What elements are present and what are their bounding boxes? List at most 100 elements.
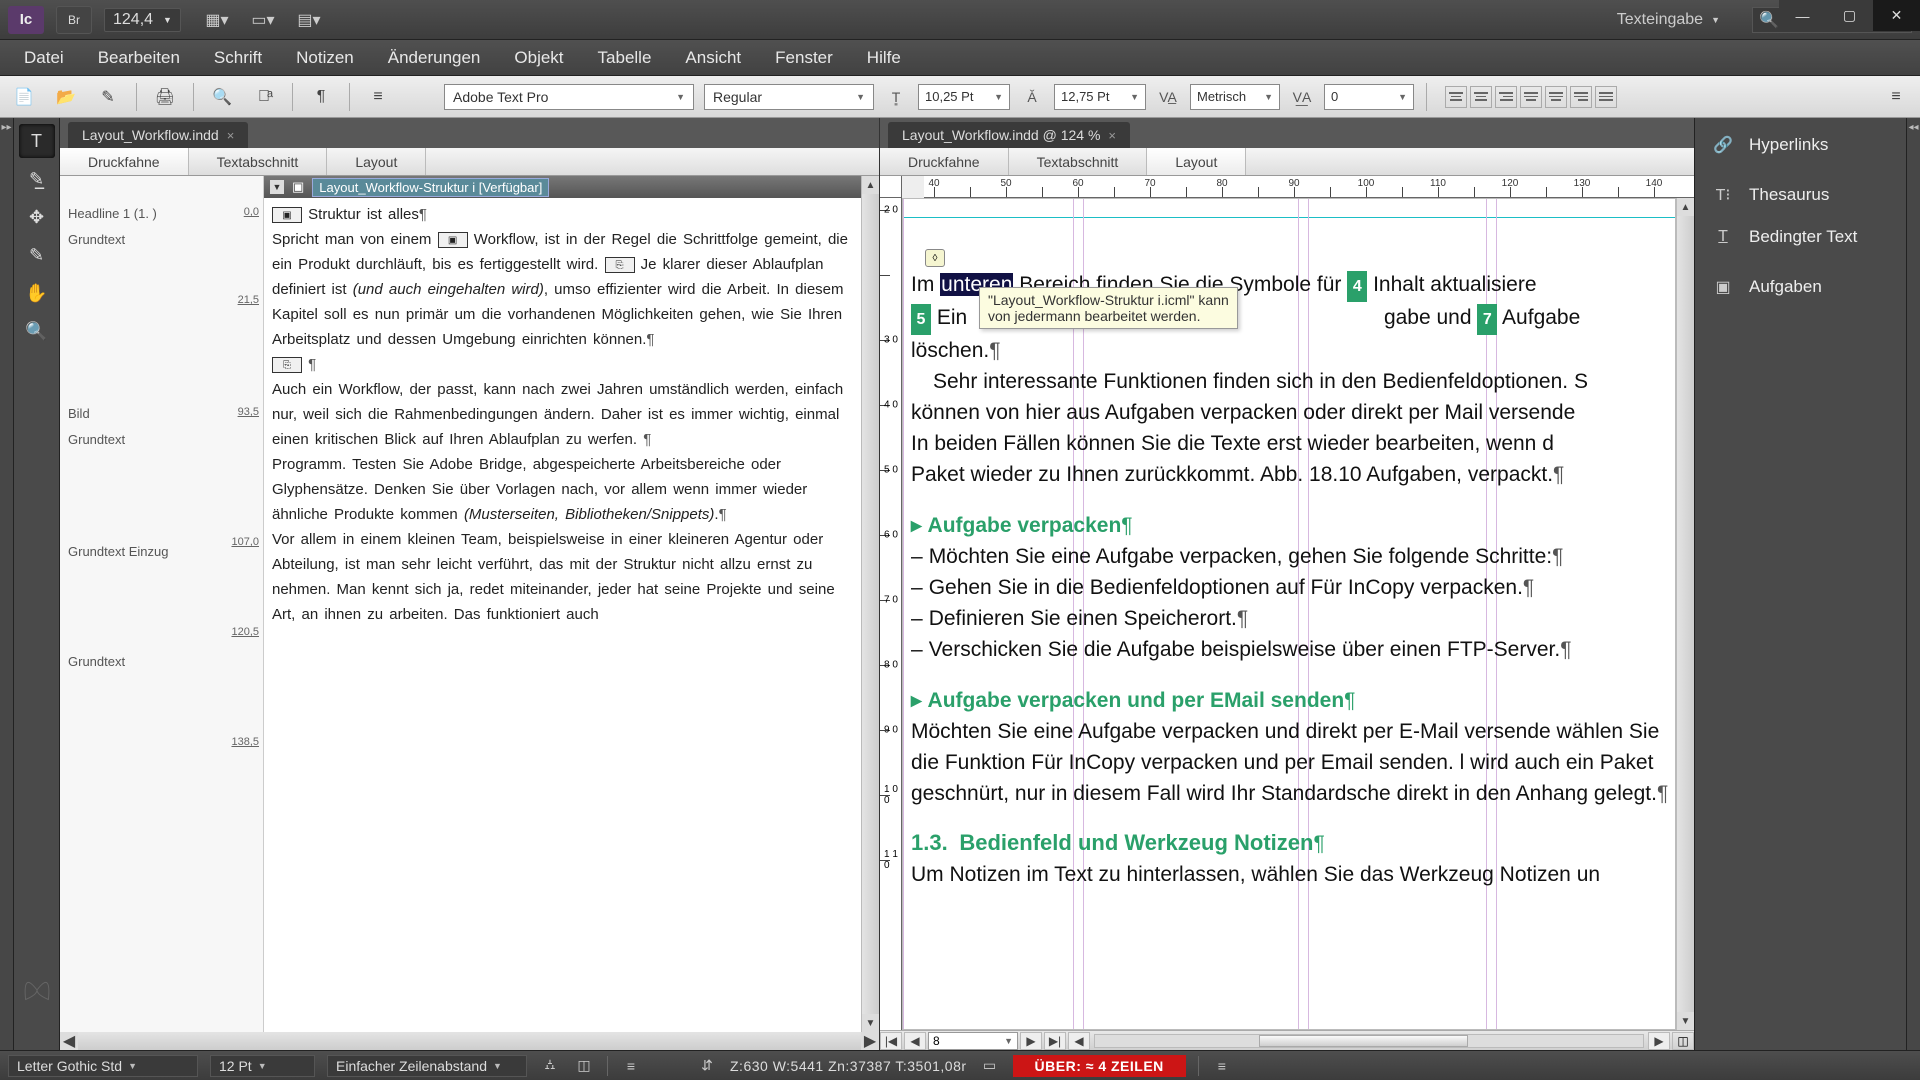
align-right-button[interactable] — [1495, 86, 1517, 108]
left-horizontal-scrollbar[interactable]: ◀ ▶ — [60, 1032, 879, 1050]
story-header[interactable]: ▼ ▣ Layout_Workflow-Struktur i [Verfügba… — [264, 176, 861, 198]
font-size-select[interactable]: 10,25 Pt ▼ — [918, 84, 1010, 110]
scroll-left-icon[interactable]: ◀ — [60, 1032, 78, 1050]
left-collapsed-strip[interactable]: ▸▸ — [0, 118, 14, 1050]
scroll-up-icon[interactable]: ▲ — [862, 176, 879, 194]
status-info-icon[interactable]: ▭ — [979, 1057, 1001, 1074]
view-tab-layout[interactable]: Layout — [327, 148, 426, 175]
font-style-select[interactable]: Regular ▼ — [704, 84, 874, 110]
scroll-right-icon[interactable]: ▶ — [861, 1032, 879, 1050]
justify-left-button[interactable] — [1520, 86, 1542, 108]
ruler-origin[interactable] — [880, 176, 902, 198]
first-page-button[interactable]: |◀ — [880, 1032, 902, 1050]
panel-thesaurus[interactable]: T⁝ Thesaurus — [1701, 174, 1900, 216]
menu-objekt[interactable]: Objekt — [498, 42, 579, 74]
align-left-button[interactable] — [1445, 86, 1467, 108]
horizontal-ruler[interactable]: 405060708090100110120130140 — [924, 176, 1694, 198]
arrange-icon[interactable]: ▤▾ — [293, 7, 325, 33]
far-right-collapsed-strip[interactable]: ◂◂ — [1906, 118, 1920, 1050]
hand-tool[interactable]: ✋ — [19, 276, 55, 310]
view-tab-textabschnitt[interactable]: Textabschnitt — [189, 148, 328, 175]
menu-ansicht[interactable]: Ansicht — [669, 42, 757, 74]
status-font-select[interactable]: Letter Gothic Std ▼ — [8, 1055, 198, 1077]
galley-text-area[interactable]: ▣ Struktur ist alles¶ Spricht man von ei… — [264, 198, 861, 1032]
align-center-button[interactable] — [1470, 86, 1492, 108]
font-family-select[interactable]: Adobe Text Pro ▼ — [444, 84, 694, 110]
close-icon[interactable]: × — [1108, 128, 1116, 143]
menu-icon[interactable]: ≡ — [362, 82, 394, 112]
right-doc-tab[interactable]: Layout_Workflow.indd @ 124 % × — [888, 122, 1130, 148]
menu-notizen[interactable]: Notizen — [280, 42, 370, 74]
zoom-select[interactable]: 124,4 ▼ — [104, 8, 181, 32]
position-tool[interactable]: ✥ — [19, 200, 55, 234]
panel-conditional-text[interactable]: T̲ Bedingter Text — [1701, 216, 1900, 258]
type-tool[interactable]: T — [19, 124, 55, 158]
eyedropper-tool[interactable]: ✎ — [19, 238, 55, 272]
horizontal-scroll-track[interactable] — [1094, 1034, 1644, 1048]
right-vertical-scrollbar[interactable]: ▲ ▼ — [1676, 198, 1694, 1030]
panel-hyperlinks[interactable]: 🔗 Hyperlinks — [1701, 124, 1900, 166]
justify-all-button[interactable] — [1595, 86, 1617, 108]
zoom-tool[interactable]: 🔍 — [19, 314, 55, 348]
view-tab-layout[interactable]: Layout — [1147, 148, 1246, 175]
split-view-button[interactable]: ◫ — [1672, 1032, 1694, 1050]
vertical-ruler[interactable]: 2 03 04 05 06 07 08 09 01 0 01 1 0 — [880, 198, 902, 1030]
columns-icon-2[interactable]: ◫ — [573, 1057, 595, 1074]
left-vertical-scrollbar[interactable]: ▲ ▼ — [861, 176, 879, 1032]
menu-hilfe[interactable]: Hilfe — [851, 42, 917, 74]
close-icon[interactable]: × — [227, 128, 235, 143]
pilcrow-icon[interactable]: ¶ — [305, 82, 337, 112]
screen-mode-icon[interactable]: ▭▾ — [247, 7, 279, 33]
minimize-button[interactable]: — — [1779, 0, 1826, 31]
hscroll-right-button[interactable]: ▶ — [1648, 1032, 1670, 1050]
save-icon[interactable]: ✎ — [92, 82, 124, 112]
menu-datei[interactable]: Datei — [8, 42, 80, 74]
view-tab-textabschnitt[interactable]: Textabschnitt — [1009, 148, 1148, 175]
view-tab-druckfahne[interactable]: Druckfahne — [60, 148, 189, 175]
menu-bearbeiten[interactable]: Bearbeiten — [82, 42, 196, 74]
close-button[interactable]: ✕ — [1873, 0, 1920, 31]
lock-icon[interactable]: ⇵ — [696, 1057, 718, 1074]
left-doc-tab[interactable]: Layout_Workflow.indd × — [68, 122, 248, 148]
hscroll-left-button[interactable]: ◀ — [1068, 1032, 1090, 1050]
menu-fenster[interactable]: Fenster — [759, 42, 849, 74]
last-page-button[interactable]: ▶| — [1044, 1032, 1066, 1050]
status-menu-icon-2[interactable]: ≡ — [1211, 1058, 1233, 1074]
tracking-select[interactable]: 0 ▼ — [1324, 84, 1414, 110]
page-canvas[interactable]: ◊ Im unteren Bereich finden Sie die Symb… — [902, 198, 1676, 1030]
maximize-button[interactable]: ▢ — [1826, 0, 1873, 31]
menu-tabelle[interactable]: Tabelle — [582, 42, 668, 74]
style-row: 120,5 — [68, 626, 259, 638]
spell-icon[interactable]: ✔ͣ — [248, 82, 280, 112]
assignment-icon[interactable]: ◊ — [925, 249, 945, 267]
page-number-field[interactable]: 8 ▼ — [928, 1032, 1018, 1050]
view-options-icon[interactable]: ▦▾ — [201, 7, 233, 33]
panel-assignments[interactable]: ▣ Aufgaben — [1701, 266, 1900, 308]
scroll-down-icon[interactable]: ▼ — [1677, 1012, 1694, 1030]
horizontal-scroll-thumb[interactable] — [1259, 1035, 1467, 1047]
control-menu-icon[interactable]: ≡ — [1880, 82, 1912, 112]
view-tab-druckfahne[interactable]: Druckfahne — [880, 148, 1009, 175]
justify-right-button[interactable] — [1570, 86, 1592, 108]
leading-select[interactable]: 12,75 Pt ▼ — [1054, 84, 1146, 110]
bridge-button[interactable]: Br — [56, 6, 92, 34]
print-icon[interactable]: 🖨 — [149, 82, 181, 112]
columns-icon[interactable]: ⛼ — [539, 1056, 561, 1075]
scroll-up-icon[interactable]: ▲ — [1677, 198, 1694, 216]
page-text[interactable]: Im unteren Bereich finden Sie die Symbol… — [911, 269, 1673, 890]
menu-aenderungen[interactable]: Änderungen — [372, 42, 497, 74]
menu-schrift[interactable]: Schrift — [198, 42, 278, 74]
find-icon[interactable]: 🔍 — [206, 82, 238, 112]
workspace-selector[interactable]: Texteingabe ▼ — [1607, 8, 1730, 32]
scroll-down-icon[interactable]: ▼ — [862, 1014, 879, 1032]
note-tool[interactable]: ✎̲ — [19, 162, 55, 196]
open-icon[interactable]: 📂 — [50, 82, 82, 112]
next-page-button[interactable]: ▶ — [1020, 1032, 1042, 1050]
status-spacing-select[interactable]: Einfacher Zeilenabstand ▼ — [327, 1055, 527, 1077]
kerning-select[interactable]: Metrisch ▼ — [1190, 84, 1280, 110]
prev-page-button[interactable]: ◀ — [904, 1032, 926, 1050]
status-size-select[interactable]: 12 Pt ▼ — [210, 1055, 315, 1077]
status-menu-icon[interactable]: ≡ — [620, 1058, 642, 1074]
new-icon[interactable]: 📄 — [8, 82, 40, 112]
justify-center-button[interactable] — [1545, 86, 1567, 108]
